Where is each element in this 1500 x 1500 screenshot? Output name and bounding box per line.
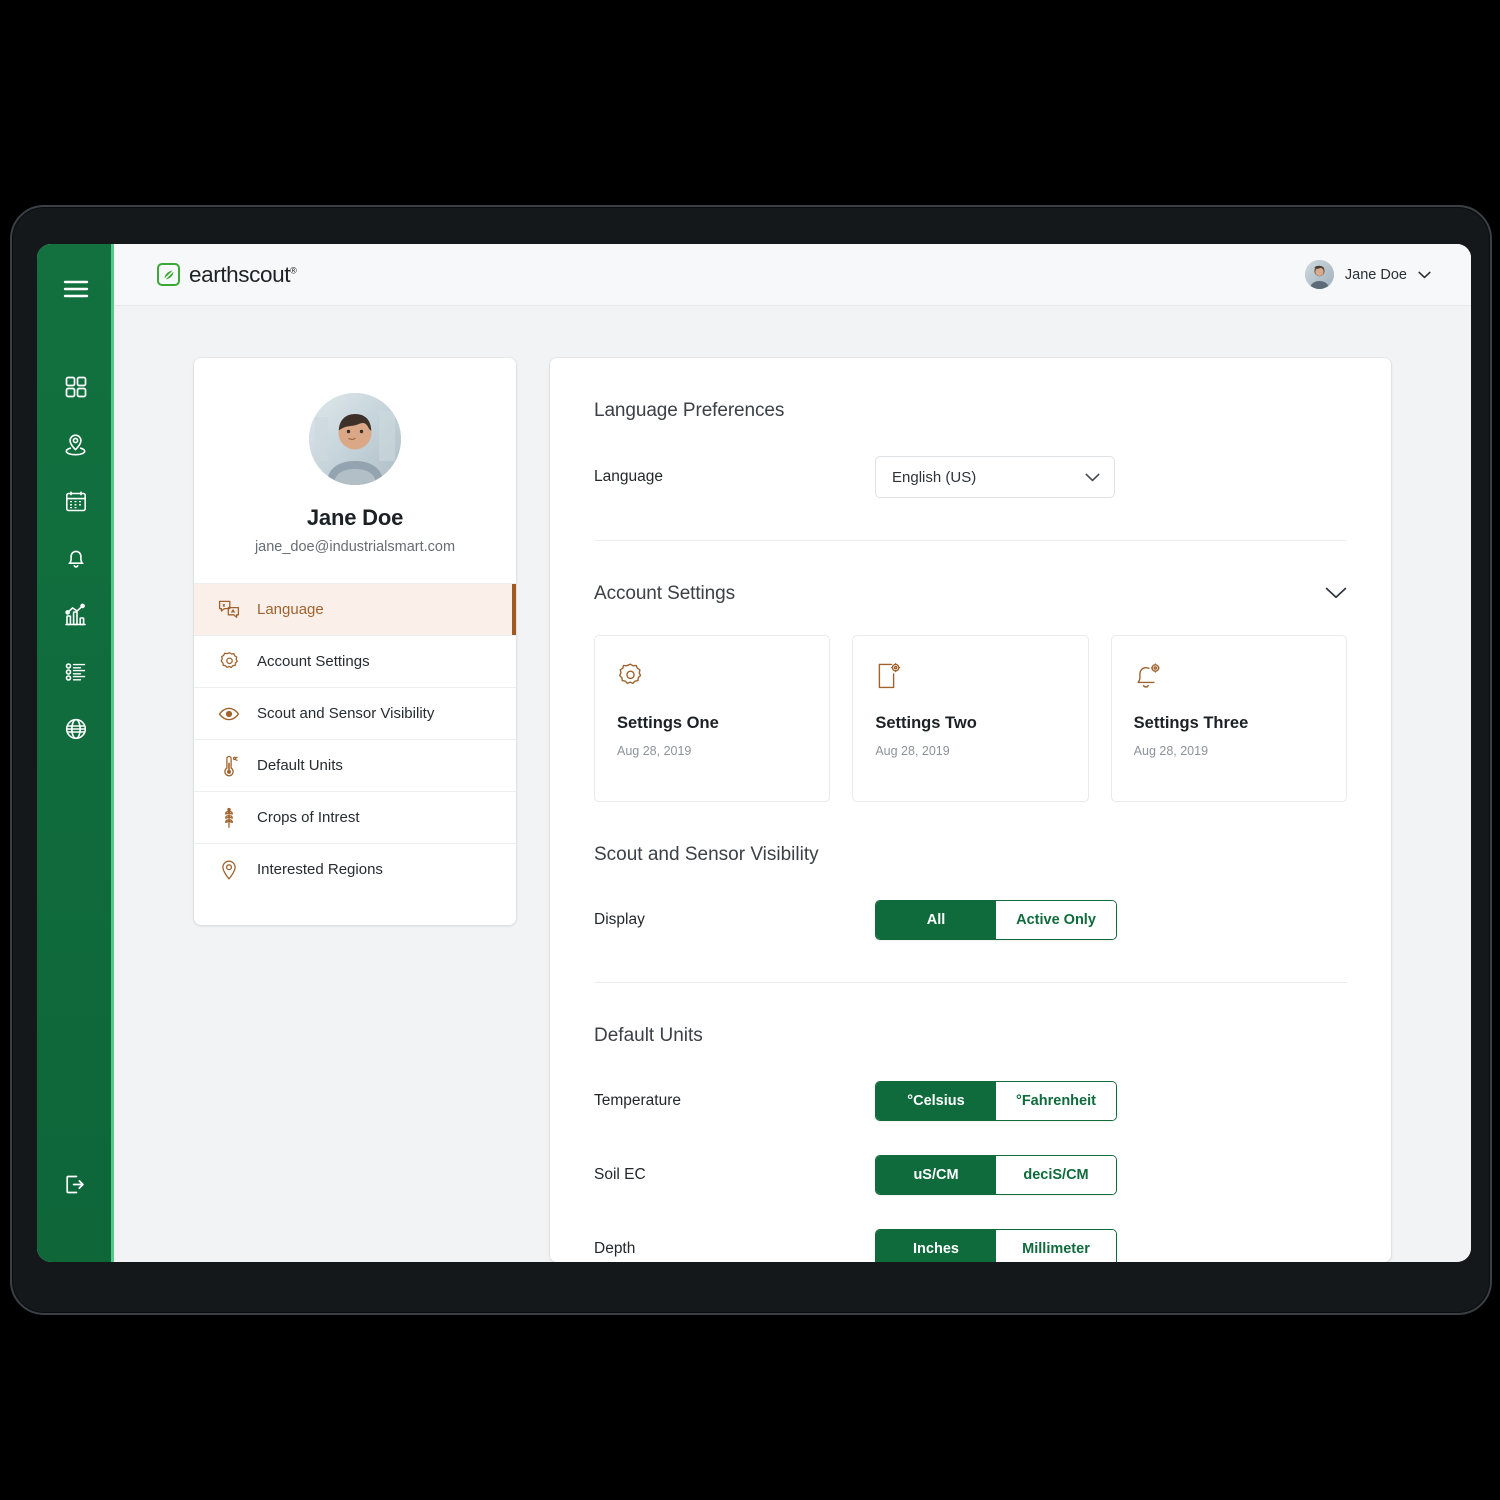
soil-ec-label: Soil EC bbox=[594, 1166, 646, 1183]
temperature-option-fahrenheit[interactable]: °Fahrenheit bbox=[996, 1082, 1116, 1120]
profile-photo bbox=[309, 393, 401, 485]
default-units-heading: Default Units bbox=[594, 1025, 703, 1046]
analytics-chart-icon[interactable] bbox=[53, 592, 99, 638]
divider bbox=[594, 540, 1347, 541]
settings-card-date: Aug 28, 2019 bbox=[875, 744, 950, 758]
avatar bbox=[1304, 260, 1334, 289]
eye-icon bbox=[218, 703, 240, 725]
sidebar-item-label: Interested Regions bbox=[257, 861, 383, 878]
depth-option-inches[interactable]: Inches bbox=[876, 1230, 996, 1262]
trademark-mark: ® bbox=[290, 265, 297, 275]
logo-word: earthscout bbox=[189, 261, 291, 287]
sidebar-item-scout-sensor-visibility[interactable]: Scout and Sensor Visibility bbox=[194, 687, 516, 739]
globe-icon[interactable] bbox=[53, 706, 99, 752]
sidebar-item-language[interactable]: Language bbox=[194, 583, 516, 635]
brand-logo[interactable]: earthscout® bbox=[157, 261, 297, 288]
language-row: Language English (US) bbox=[594, 456, 1347, 498]
sidebar-item-account-settings[interactable]: Account Settings bbox=[194, 635, 516, 687]
soil-ec-row: Soil EC uS/CM deciS/CM bbox=[594, 1155, 1347, 1195]
location-pin-icon[interactable] bbox=[53, 421, 99, 467]
depth-label: Depth bbox=[594, 1240, 636, 1257]
hamburger-menu-icon[interactable] bbox=[53, 266, 99, 312]
logout-icon[interactable] bbox=[53, 1161, 99, 1207]
settings-card[interactable]: Settings Three Aug 28, 2019 bbox=[1110, 635, 1347, 802]
screen: earthscout® Jane Doe Jane Doe jane_doe@i… bbox=[37, 244, 1471, 1262]
logo-wordmark: earthscout® bbox=[189, 261, 297, 288]
depth-option-millimeter[interactable]: Millimeter bbox=[996, 1230, 1116, 1262]
soil-ec-option-decis-cm[interactable]: deciS/CM bbox=[996, 1156, 1116, 1194]
temperature-toggle: °Celsius °Fahrenheit bbox=[875, 1081, 1117, 1121]
temperature-row: Temperature °Celsius °Fahrenheit bbox=[594, 1081, 1347, 1121]
content-body: Jane Doe jane_doe@industrialsmart.com La… bbox=[114, 306, 1471, 1262]
sidebar-item-label: Language bbox=[257, 601, 324, 618]
sidebar-edge-accent bbox=[111, 244, 114, 1262]
sidebar-item-crops-of-intrest[interactable]: Crops of Intrest bbox=[194, 791, 516, 843]
divider bbox=[594, 982, 1347, 983]
profile-menu: Language Account Settings Scout and Sens… bbox=[194, 583, 516, 925]
gear-icon bbox=[617, 662, 807, 692]
tablet-device-frame: earthscout® Jane Doe Jane Doe jane_doe@i… bbox=[10, 205, 1492, 1315]
settings-card[interactable]: Settings One Aug 28, 2019 bbox=[594, 635, 831, 802]
user-name-label: Jane Doe bbox=[1344, 266, 1407, 283]
sidebar-item-interested-regions[interactable]: Interested Regions bbox=[194, 843, 516, 895]
display-toggle: All Active Only bbox=[875, 900, 1117, 940]
language-select-value: English (US) bbox=[892, 468, 977, 486]
app-header: earthscout® Jane Doe bbox=[114, 244, 1471, 306]
display-row: Display All Active Only bbox=[594, 900, 1347, 940]
sidebar-item-label: Default Units bbox=[257, 757, 343, 774]
profile-card: Jane Doe jane_doe@industrialsmart.com La… bbox=[194, 358, 516, 925]
language-select[interactable]: English (US) bbox=[875, 456, 1115, 498]
settings-card-title: Settings Three bbox=[1133, 714, 1249, 732]
sidebar-item-default-units[interactable]: Default Units bbox=[194, 739, 516, 791]
chevron-down-icon bbox=[1085, 469, 1100, 486]
display-label: Display bbox=[594, 911, 645, 928]
display-option-active-only[interactable]: Active Only bbox=[996, 901, 1116, 939]
main-area: earthscout® Jane Doe Jane Doe jane_doe@i… bbox=[114, 244, 1471, 1262]
leaf-logo-icon bbox=[157, 263, 180, 286]
bell-icon[interactable] bbox=[53, 535, 99, 581]
sidebar-item-label: Crops of Intrest bbox=[257, 809, 360, 826]
settings-card-date: Aug 28, 2019 bbox=[1133, 744, 1209, 758]
sidebar-item-label: Account Settings bbox=[257, 653, 370, 670]
chevron-down-icon[interactable] bbox=[1325, 583, 1347, 605]
account-settings-heading: Account Settings bbox=[594, 583, 735, 604]
language-label: Language bbox=[594, 468, 663, 485]
account-settings-header: Account Settings bbox=[594, 583, 1347, 605]
settings-card-date: Aug 28, 2019 bbox=[617, 744, 692, 758]
profile-name: Jane Doe bbox=[306, 505, 404, 530]
depth-row: Depth Inches Millimeter bbox=[594, 1229, 1347, 1262]
profile-header: Jane Doe jane_doe@industrialsmart.com bbox=[194, 358, 516, 583]
temperature-label: Temperature bbox=[594, 1092, 682, 1109]
soil-ec-toggle: uS/CM deciS/CM bbox=[875, 1155, 1117, 1195]
list-icon[interactable] bbox=[53, 649, 99, 695]
language-preferences-heading: Language Preferences bbox=[594, 400, 785, 421]
settings-cards: Settings One Aug 28, 2019 Settings Two A… bbox=[594, 635, 1347, 802]
bell-gear-icon bbox=[1134, 662, 1324, 692]
temperature-option-celsius[interactable]: °Celsius bbox=[876, 1082, 996, 1120]
document-gear-icon bbox=[875, 662, 1065, 692]
settings-card-title: Settings One bbox=[617, 714, 719, 732]
scout-sensor-visibility-heading: Scout and Sensor Visibility bbox=[594, 844, 819, 865]
display-option-all[interactable]: All bbox=[876, 901, 996, 939]
wheat-icon bbox=[218, 807, 240, 829]
calendar-icon[interactable] bbox=[53, 478, 99, 524]
gear-icon bbox=[218, 651, 240, 673]
user-menu[interactable]: Jane Doe bbox=[1304, 260, 1431, 289]
chevron-down-icon[interactable] bbox=[1418, 266, 1431, 284]
profile-email: jane_doe@industrialsmart.com bbox=[254, 539, 456, 555]
translate-icon bbox=[218, 599, 240, 621]
sidebar-item-label: Scout and Sensor Visibility bbox=[257, 705, 435, 722]
depth-toggle: Inches Millimeter bbox=[875, 1229, 1117, 1262]
settings-panel: Language Preferences Language English (U… bbox=[550, 358, 1391, 1262]
left-nav-sidebar bbox=[37, 244, 114, 1262]
soil-ec-option-us-cm[interactable]: uS/CM bbox=[876, 1156, 996, 1194]
settings-card[interactable]: Settings Two Aug 28, 2019 bbox=[852, 635, 1089, 802]
settings-card-title: Settings Two bbox=[875, 714, 977, 732]
map-pin-icon bbox=[218, 859, 240, 881]
dashboard-grid-icon[interactable] bbox=[53, 364, 99, 410]
thermometer-icon bbox=[218, 755, 240, 777]
